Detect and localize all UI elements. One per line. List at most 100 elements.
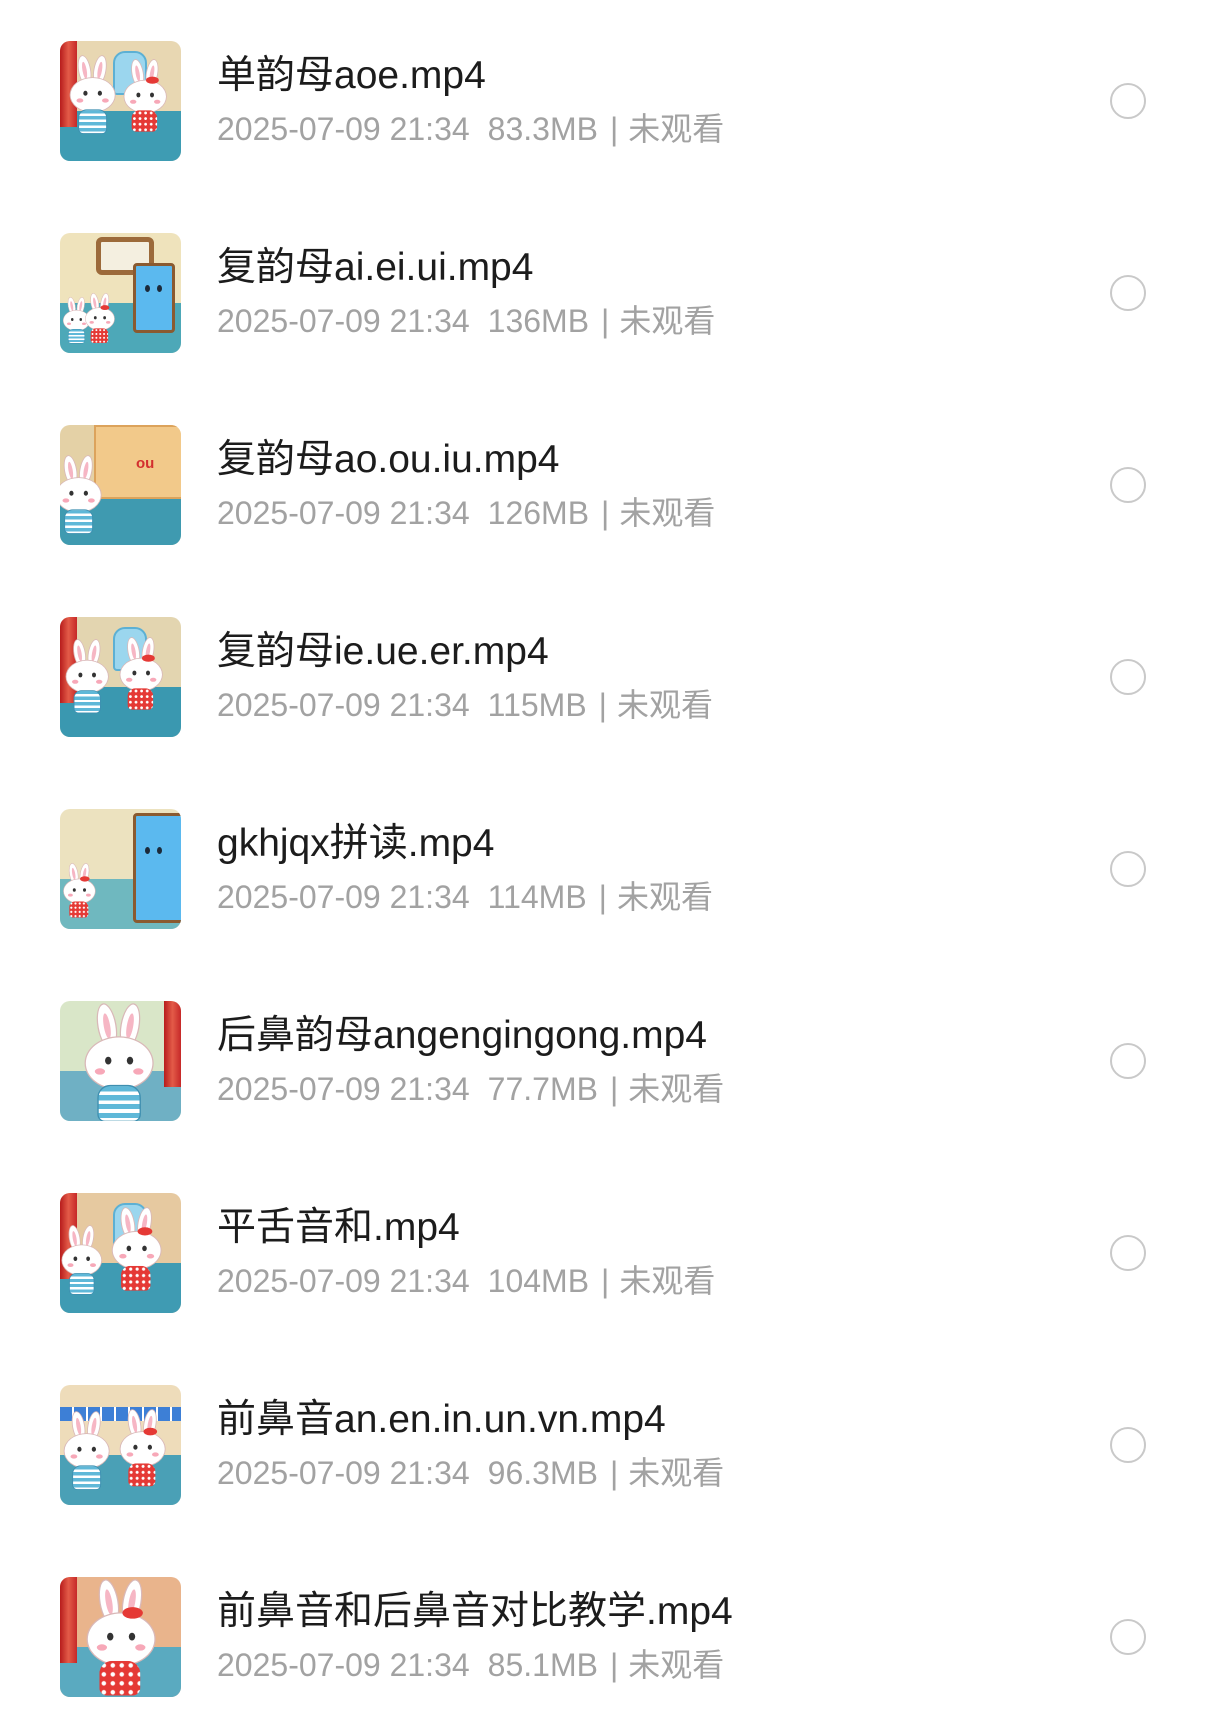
rabbit-head — [63, 1433, 110, 1469]
file-row[interactable]: 单韵母aoe.mp4 2025-07-09 21:34 83.3MB | 未观看 — [0, 5, 1220, 197]
file-size: 96.3MB — [487, 1455, 598, 1491]
rabbit-eye — [105, 1056, 112, 1065]
rabbit-boy-figure — [62, 1410, 110, 1491]
file-info: 前鼻音和后鼻音对比教学.mp4 2025-07-09 21:34 85.1MB | 未观… — [217, 1587, 733, 1687]
file-size: 115MB — [487, 687, 587, 723]
rabbit-head — [123, 79, 167, 114]
file-info: 复韵母ie.ue.er.mp4 2025-07-09 21:34 115MB | 未观看 — [217, 627, 713, 727]
rabbit-eye — [78, 672, 83, 678]
rabbit-eye — [103, 316, 106, 320]
video-thumbnail[interactable] — [60, 617, 181, 737]
rabbit-head — [65, 659, 109, 694]
file-size: 126MB — [487, 495, 590, 531]
file-row[interactable]: ou 复韵母ao.ou.iu.mp4 2025-07-09 21:34 126MB | 未… — [0, 389, 1220, 581]
radio-circle-icon[interactable] — [1110, 1043, 1146, 1079]
rabbit-cheek — [72, 679, 79, 684]
file-title[interactable]: 复韵母ao.ou.iu.mp4 — [217, 435, 715, 485]
video-thumbnail[interactable] — [60, 1577, 181, 1697]
file-title[interactable]: 平舌音和.mp4 — [217, 1203, 715, 1253]
rabbit-eye — [132, 670, 137, 676]
rabbit-eye — [150, 92, 154, 98]
radio-circle-icon[interactable] — [1110, 467, 1146, 503]
video-thumbnail[interactable] — [60, 233, 181, 353]
file-meta: 2025-07-09 21:34 83.3MB | 未观看 — [217, 107, 724, 151]
rabbit-eye — [107, 1632, 114, 1641]
file-title[interactable]: 前鼻音an.en.in.un.vn.mp4 — [217, 1395, 724, 1445]
file-row[interactable]: 前鼻音an.en.in.un.vn.mp4 2025-07-09 21:34 96.… — [0, 1349, 1220, 1541]
video-thumbnail[interactable] — [60, 1193, 181, 1313]
rabbit-eye — [69, 490, 74, 496]
rabbit-cheek — [89, 321, 94, 324]
radio-circle-icon[interactable] — [1110, 83, 1146, 119]
file-size: 85.1MB — [487, 1647, 598, 1683]
rabbit-cheek — [68, 893, 73, 897]
file-title[interactable]: gkhjqx拼读.mp4 — [217, 819, 713, 869]
file-meta: 2025-07-09 21:34 77.7MB | 未观看 — [217, 1067, 724, 1111]
rabbit-girl-figure — [84, 292, 115, 344]
radio-circle-icon[interactable] — [1110, 659, 1146, 695]
rabbit-cheek — [126, 677, 133, 682]
radio-circle-icon[interactable] — [1110, 1619, 1146, 1655]
rabbit-eye — [83, 888, 86, 892]
watch-status: 未观看 — [628, 1455, 725, 1491]
rabbit-cheek — [130, 99, 137, 104]
file-row[interactable]: gkhjqx拼读.mp4 2025-07-09 21:34 114MB | 未观看 — [0, 773, 1220, 965]
file-size: 83.3MB — [487, 111, 598, 147]
rabbit-cheek — [146, 1253, 155, 1259]
rabbit-head — [85, 307, 115, 331]
rabbit-cheek — [152, 1452, 159, 1457]
meta-separator: | — [609, 1071, 619, 1107]
file-title[interactable]: 复韵母ai.ei.ui.mp4 — [217, 243, 715, 293]
video-thumbnail[interactable] — [60, 41, 181, 161]
rabbit-cheek — [135, 1644, 146, 1651]
file-row[interactable]: 前鼻音和后鼻音对比教学.mp4 2025-07-09 21:34 85.1MB | 未观… — [0, 1541, 1220, 1733]
letter-sign-graphic: ou — [94, 425, 181, 499]
rabbit-cheek — [96, 1644, 108, 1651]
rabbit-cheek — [96, 679, 103, 684]
file-row[interactable]: 复韵母ie.ue.er.mp4 2025-07-09 21:34 115MB | 未观看 — [0, 581, 1220, 773]
watch-status: 未观看 — [628, 1647, 725, 1683]
watch-status: 未观看 — [628, 111, 725, 147]
file-title[interactable]: 后鼻韵母angengingong.mp4 — [217, 1011, 724, 1061]
file-title[interactable]: 单韵母aoe.mp4 — [217, 51, 724, 101]
rabbit-eye — [136, 92, 141, 98]
rabbit-cheek — [86, 893, 91, 897]
file-date: 2025-07-09 21:34 — [217, 303, 470, 339]
rabbit-cheek — [70, 1454, 78, 1459]
watch-status: 未观看 — [619, 495, 716, 531]
file-info: 单韵母aoe.mp4 2025-07-09 21:34 83.3MB | 未观看 — [217, 51, 724, 151]
radio-circle-icon[interactable] — [1110, 851, 1146, 887]
video-thumbnail[interactable] — [60, 809, 181, 929]
radio-circle-icon[interactable] — [1110, 1235, 1146, 1271]
rabbit-eye — [92, 672, 96, 678]
rabbit-eye — [97, 90, 102, 96]
video-thumbnail[interactable]: ou — [60, 425, 181, 545]
file-title[interactable]: 前鼻音和后鼻音对比教学.mp4 — [217, 1587, 733, 1637]
radio-circle-icon[interactable] — [1110, 1427, 1146, 1463]
rabbit-girl-figure — [84, 1577, 156, 1697]
rabbit-eye — [77, 1446, 82, 1452]
file-date: 2025-07-09 21:34 — [217, 1263, 470, 1299]
rabbit-eye — [93, 316, 97, 320]
video-thumbnail[interactable] — [60, 1385, 181, 1505]
rabbit-body — [121, 1265, 151, 1291]
rabbit-eye — [126, 1245, 132, 1252]
bow-graphic — [143, 1427, 158, 1436]
rabbit-cheek — [126, 1452, 134, 1457]
rabbit-boy-figure — [68, 54, 116, 135]
meta-separator: | — [598, 687, 607, 723]
rabbit-eye — [83, 90, 88, 96]
bow-graphic — [142, 654, 155, 662]
rabbit-cheek — [154, 99, 161, 104]
file-row[interactable]: 复韵母ai.ei.ui.mp4 2025-07-09 21:34 136MB | 未观看 — [0, 197, 1220, 389]
meta-separator: | — [609, 1455, 619, 1491]
curtain-graphic — [60, 1577, 77, 1664]
file-size: 114MB — [487, 879, 587, 915]
file-row[interactable]: 后鼻韵母angengingong.mp4 2025-07-09 21:34 77.7… — [0, 965, 1220, 1157]
file-row[interactable]: 平舌音和.mp4 2025-07-09 21:34 104MB | 未观看 — [0, 1157, 1220, 1349]
video-thumbnail[interactable] — [60, 1001, 181, 1121]
thumbnail-text: ou — [136, 455, 155, 472]
radio-circle-icon[interactable] — [1110, 275, 1146, 311]
file-title[interactable]: 复韵母ie.ue.er.mp4 — [217, 627, 713, 677]
rabbit-head — [60, 477, 102, 513]
